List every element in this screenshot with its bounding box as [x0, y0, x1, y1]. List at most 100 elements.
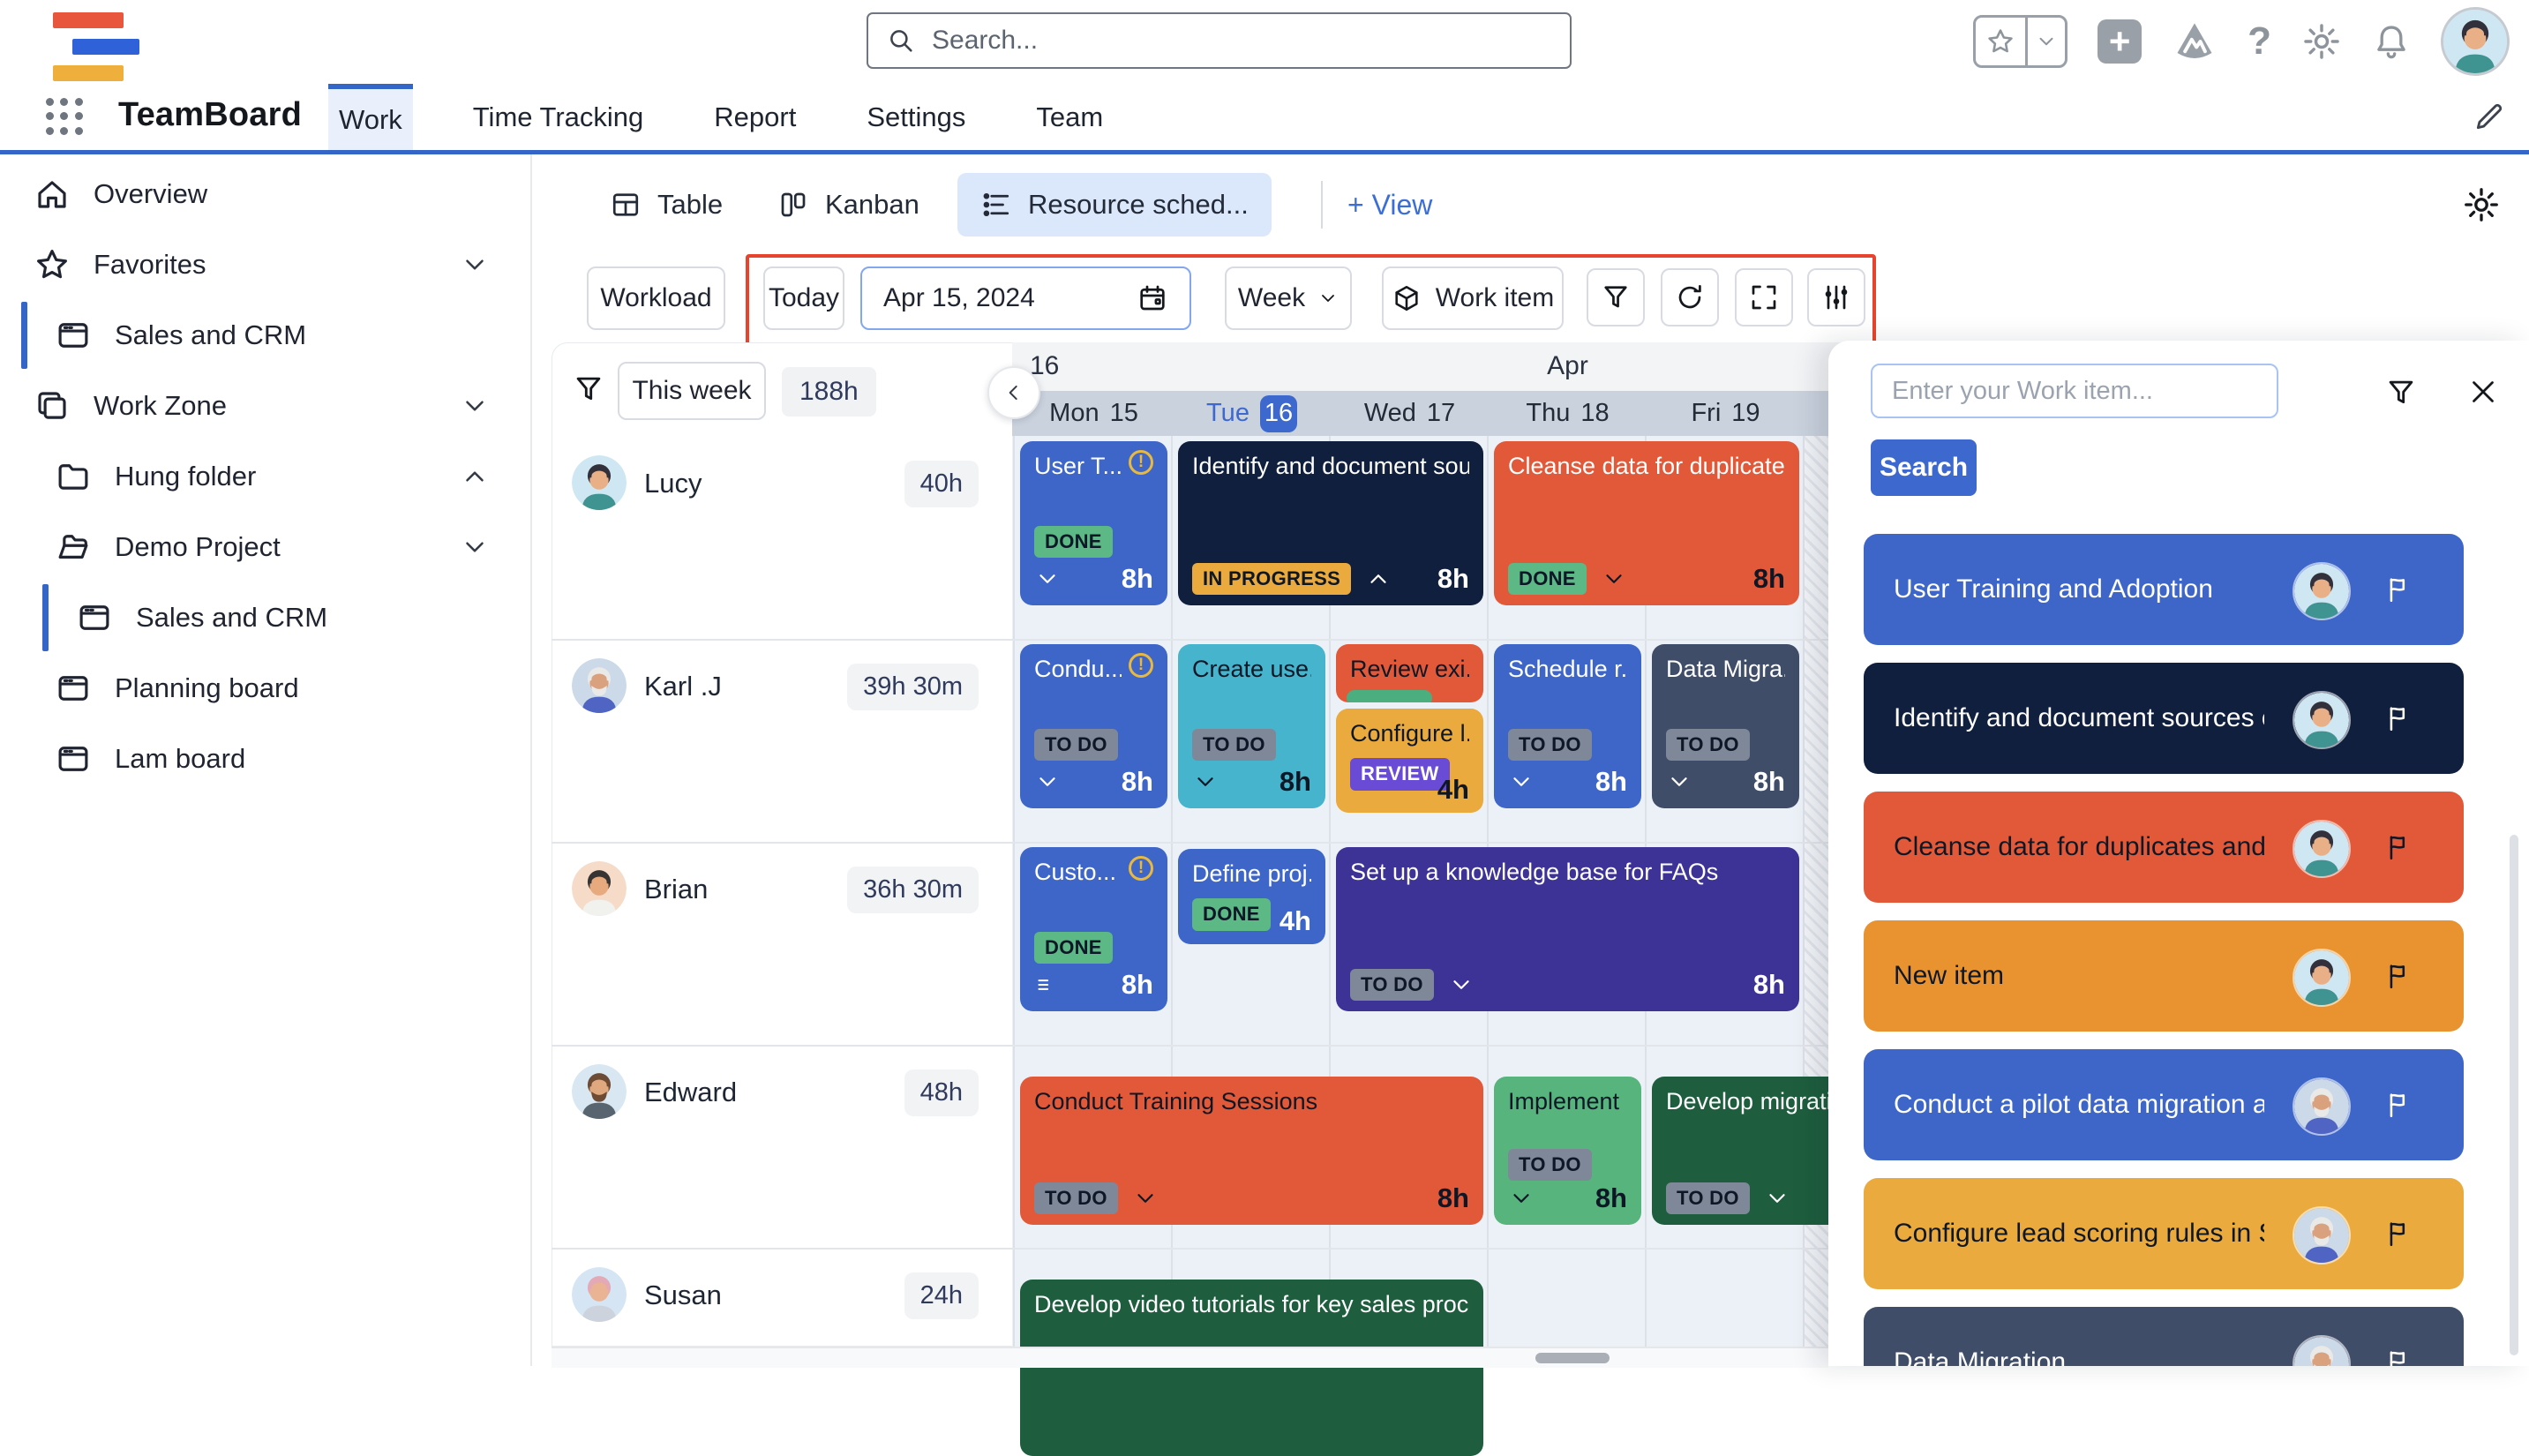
app-switcher-icon[interactable]	[46, 98, 85, 137]
person-hours-badge: 36h 30m	[847, 867, 979, 913]
today-button[interactable]: Today	[763, 266, 844, 330]
menu-icon[interactable]	[1034, 973, 1057, 996]
flag-icon[interactable]	[2383, 574, 2413, 604]
people-filter-funnel-icon[interactable]	[572, 372, 605, 406]
chevron-down-icon[interactable]	[1034, 566, 1061, 592]
range-select[interactable]: Week	[1225, 266, 1352, 330]
task-card[interactable]: Conduct Training SessionsTO DO8h	[1020, 1077, 1483, 1225]
work-item-search-input[interactable]	[1871, 364, 2278, 418]
work-item-card[interactable]: Data Migration...	[1864, 1307, 2464, 1366]
app-logo-icon[interactable]	[2172, 19, 2218, 64]
board-settings-gear-icon[interactable]	[2462, 185, 2501, 224]
task-card[interactable]: Schedule r...TO DO8h	[1494, 644, 1641, 808]
chevron-down-icon[interactable]	[1132, 1185, 1159, 1212]
chevron-down-icon[interactable]	[1508, 769, 1535, 795]
task-card[interactable]: Review exi...	[1336, 644, 1483, 702]
flag-icon[interactable]	[2383, 961, 2413, 991]
chevron-down-icon[interactable]	[1192, 769, 1219, 795]
filter-button[interactable]	[1587, 268, 1645, 326]
task-card[interactable]: Develop video tutorials for key sales pr…	[1020, 1280, 1483, 1456]
task-card[interactable]: Implement ...TO DO8h	[1494, 1077, 1641, 1225]
task-card[interactable]: User T...!DONE8h	[1020, 441, 1167, 605]
work-item-card[interactable]: Configure lead scoring rules in Salesf..…	[1864, 1178, 2464, 1289]
favorites-split-button[interactable]	[1973, 15, 2067, 68]
flag-icon[interactable]	[2383, 832, 2413, 862]
chevron-down-icon[interactable]	[1764, 1185, 1790, 1212]
panel-scrollbar-thumb[interactable]	[2510, 835, 2518, 1355]
task-card[interactable]: Condu...!TO DO8h	[1020, 644, 1167, 808]
day-header-thu[interactable]: Thu18	[1489, 391, 1647, 436]
flag-icon[interactable]	[2383, 1090, 2413, 1120]
task-card[interactable]: Define proj...DONE4h	[1178, 849, 1325, 944]
sidebar-item-overview[interactable]: Overview	[0, 159, 530, 229]
add-view-button[interactable]: + View	[1347, 173, 1432, 236]
create-button[interactable]: +	[2097, 19, 2142, 64]
task-card[interactable]: Identify and document sou...IN PROGRESS8…	[1178, 441, 1483, 605]
day-header-fri[interactable]: Fri19	[1647, 391, 1805, 436]
chevron-down-icon[interactable]	[1448, 972, 1475, 998]
sidebar-item-lam-board[interactable]: Lam board	[0, 724, 530, 794]
work-item-card[interactable]: Cleanse data for duplicates and inacc...	[1864, 792, 2464, 903]
sidebar-item-planning-board[interactable]: Planning board	[0, 653, 530, 724]
view-tab-resource-sched-[interactable]: Resource sched...	[957, 173, 1272, 236]
chevron-down-icon[interactable]	[1034, 769, 1061, 795]
horizontal-scrollbar-thumb[interactable]	[1535, 1353, 1610, 1363]
chevron-down-icon[interactable]	[1601, 566, 1627, 592]
sidebar-item-sales-and-crm[interactable]: Sales and CRM	[0, 300, 530, 371]
settings-gear-icon[interactable]	[2301, 21, 2342, 62]
nav-tab-time-tracking[interactable]: Time Tracking	[462, 84, 655, 150]
refresh-button[interactable]	[1661, 268, 1719, 326]
nav-tab-settings[interactable]: Settings	[856, 84, 976, 150]
chevron-down-icon[interactable]	[460, 532, 490, 562]
sidebar-item-hung-folder[interactable]: Hung folder	[0, 441, 530, 512]
flag-icon[interactable]	[2383, 1347, 2413, 1366]
chevron-up-icon[interactable]	[1365, 566, 1392, 592]
nav-tab-work[interactable]: Work	[328, 84, 413, 150]
sidebar-item-sales-and-crm[interactable]: Sales and CRM	[0, 582, 530, 653]
this-week-button[interactable]: This week	[618, 362, 766, 420]
person-hours-badge: 48h	[904, 1069, 979, 1116]
date-picker-field[interactable]: Apr 15, 2024	[860, 266, 1191, 330]
work-item-card[interactable]: New item	[1864, 920, 2464, 1032]
flag-icon[interactable]	[2383, 1219, 2413, 1249]
task-card[interactable]: Custo...!DONE8h	[1020, 847, 1167, 1011]
work-item-card[interactable]: Identify and document sources of exi...	[1864, 663, 2464, 774]
day-header-tue[interactable]: Tue16	[1173, 391, 1331, 436]
panel-search-button[interactable]: Search	[1871, 439, 1977, 496]
nav-tab-report[interactable]: Report	[703, 84, 807, 150]
sidebar-item-work-zone[interactable]: Work Zone	[0, 371, 530, 441]
task-card[interactable]: Data Migra...TO DO8h	[1652, 644, 1799, 808]
display-options-button[interactable]	[1807, 268, 1865, 326]
fullscreen-button[interactable]	[1735, 268, 1793, 326]
notifications-bell-icon[interactable]	[2372, 22, 2411, 61]
logo-bar-blue	[72, 39, 139, 55]
panel-close-icon[interactable]	[2467, 376, 2499, 408]
sidebar-item-demo-project[interactable]: Demo Project	[0, 512, 530, 582]
chevron-down-icon[interactable]	[1508, 1185, 1535, 1212]
work-item-button[interactable]: Work item	[1382, 266, 1564, 330]
chevron-down-icon[interactable]	[1666, 769, 1692, 795]
collapse-panel-button[interactable]	[987, 366, 1040, 419]
view-tab-kanban[interactable]: Kanban	[754, 173, 942, 236]
day-header-wed[interactable]: Wed17	[1331, 391, 1489, 436]
profile-avatar[interactable]	[2441, 7, 2510, 76]
task-card[interactable]: Set up a knowledge base for FAQsTO DO8h	[1336, 847, 1799, 1011]
work-item-card[interactable]: User Training and Adoption	[1864, 534, 2464, 645]
task-card[interactable]: Cleanse data for duplicate...DONE8h	[1494, 441, 1799, 605]
flag-icon[interactable]	[2383, 703, 2413, 733]
task-card[interactable]: Create use...TO DO8h	[1178, 644, 1325, 808]
task-card[interactable]: Configure l...REVIEW4h	[1336, 709, 1483, 813]
chevron-down-icon[interactable]	[460, 250, 490, 280]
panel-filter-funnel-icon[interactable]	[2384, 376, 2418, 409]
work-item-card[interactable]: Conduct a pilot data migration and va...	[1864, 1049, 2464, 1160]
sidebar-item-favorites[interactable]: Favorites	[0, 229, 530, 300]
person-avatar	[572, 1064, 627, 1119]
chevron-down-icon[interactable]	[460, 391, 490, 421]
workload-button[interactable]: Workload	[587, 266, 725, 330]
edit-pencil-icon[interactable]	[2473, 100, 2506, 133]
help-icon[interactable]: ?	[2248, 19, 2271, 64]
global-search-input[interactable]	[930, 25, 1570, 56]
view-tab-table[interactable]: Table	[587, 173, 746, 236]
nav-tab-team[interactable]: Team	[1025, 84, 1114, 150]
chevron-up-icon[interactable]	[460, 462, 490, 492]
